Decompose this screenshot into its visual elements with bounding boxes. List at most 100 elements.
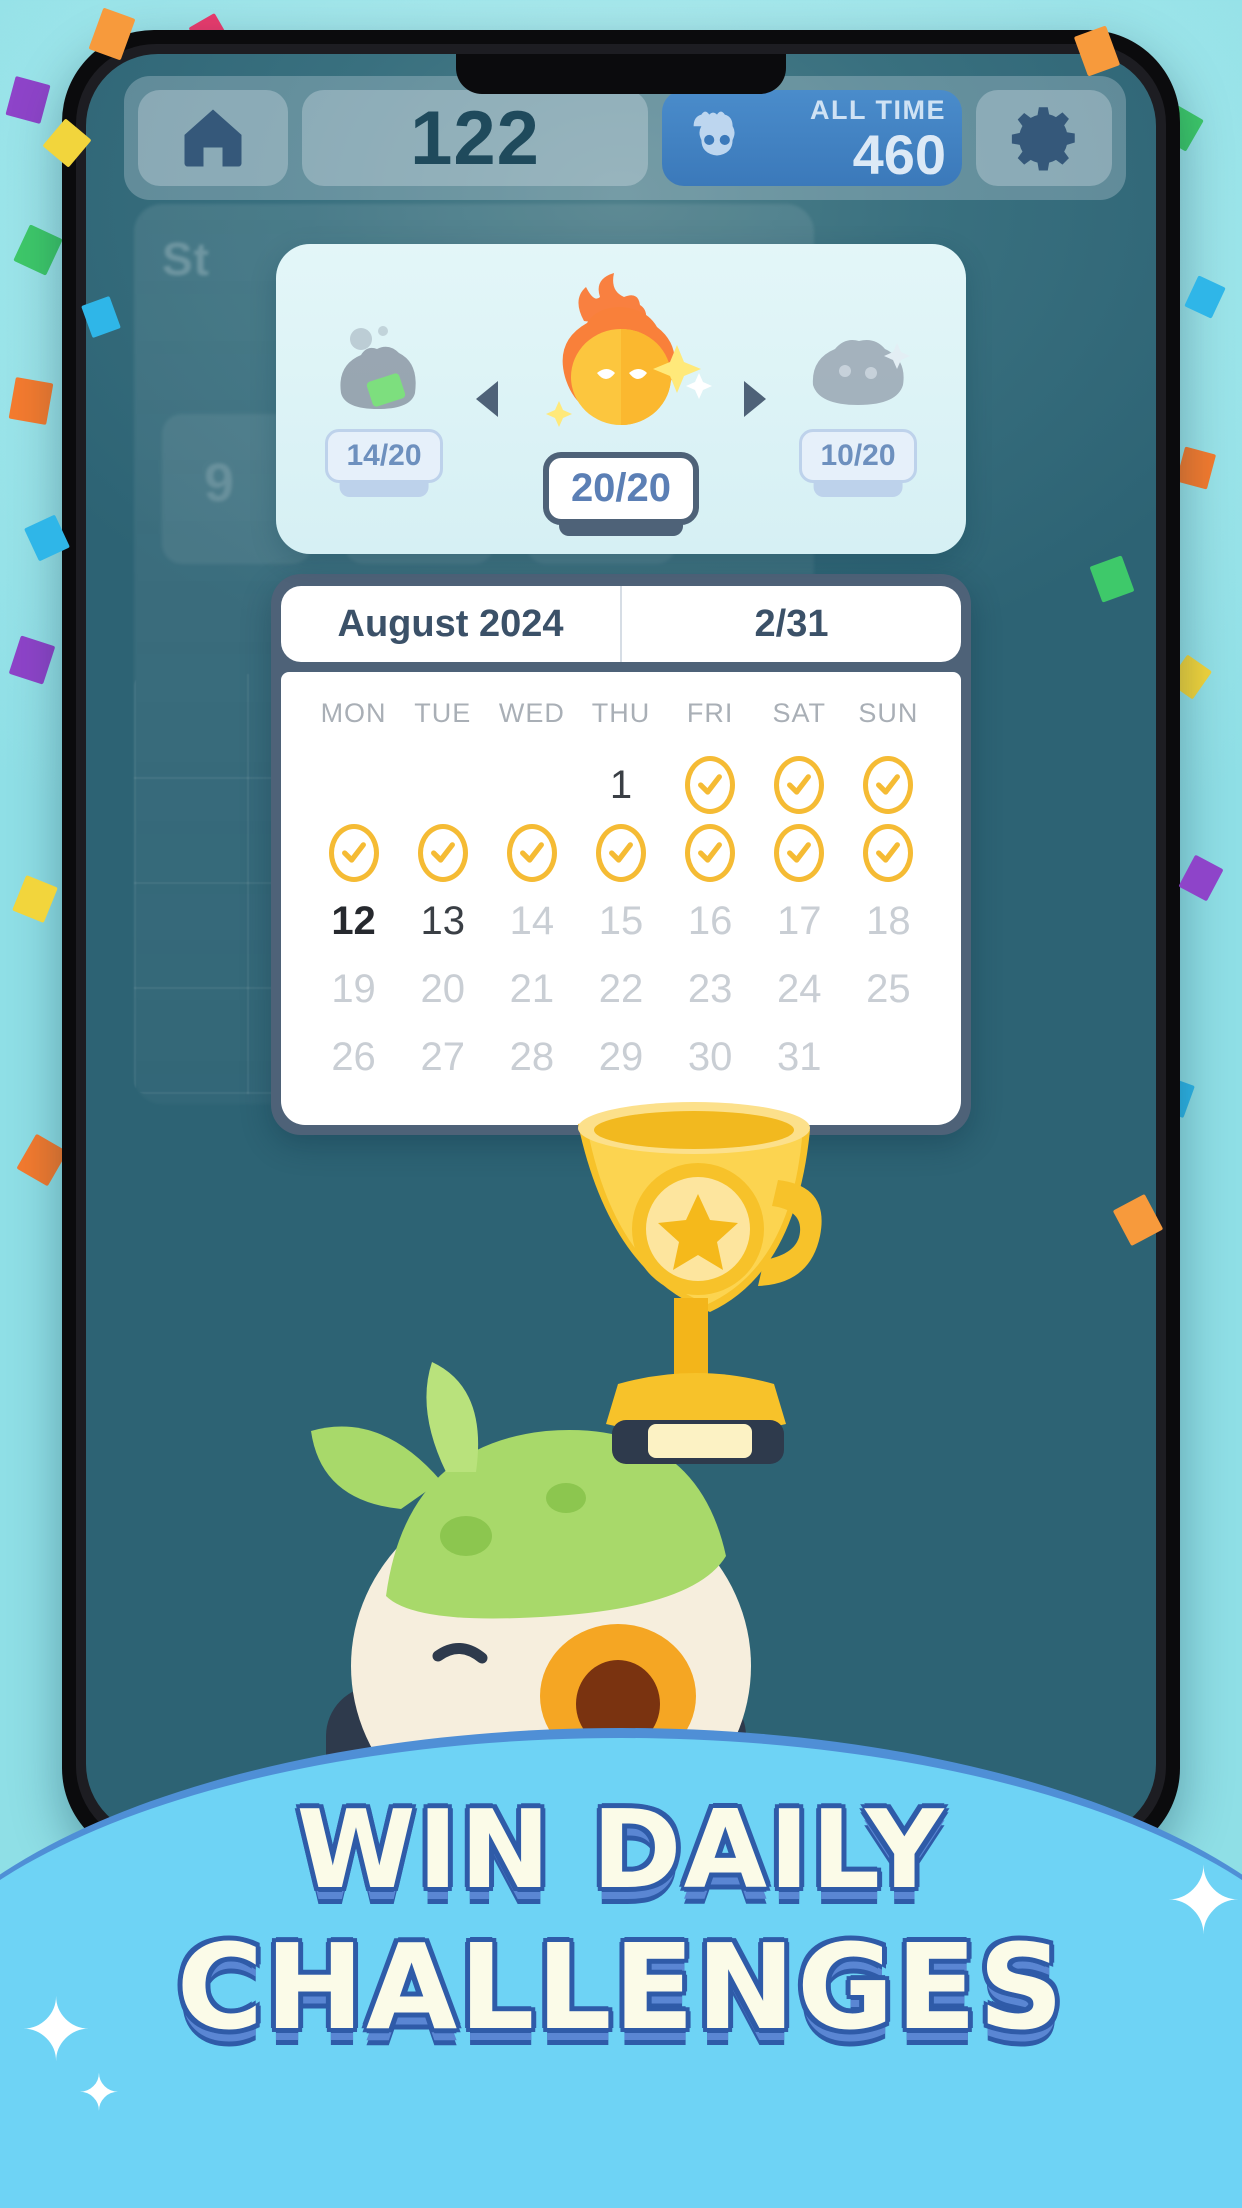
calendar-day-number: 13 [420,898,465,943]
home-button[interactable] [138,90,288,186]
calendar-month-label[interactable]: August 2024 [281,586,620,662]
trophy-progress-badge-previous: 14/20 [325,429,443,497]
calendar-day-1[interactable]: 1 [576,751,665,819]
calendar-day-number: 20 [420,966,465,1011]
confetti-piece [16,1133,68,1187]
badge-stand [559,510,683,536]
calendar-day-number: 30 [687,1034,733,1079]
calendar-day-4[interactable] [844,751,933,819]
calendar-day-5[interactable] [309,819,398,887]
calendar-day-number: 19 [331,966,376,1011]
phone-bezel: St 9 122 ALL TIME 460 14/20 20/20 10/20 … [76,44,1166,1846]
calendar-day-8[interactable] [576,819,665,887]
calendar-day-23[interactable]: 23 [666,955,755,1023]
confetti-piece [1184,275,1226,319]
calendar-day-grid: 1 12 13 14 15 16 17 18 19 20 21 22 23 24 25 26 27 28 29 30 3… [309,751,933,1091]
calendar-day-number: 29 [598,1034,644,1079]
check-icon [328,824,379,882]
calendar-day-27[interactable]: 27 [398,1023,487,1091]
badge-text: 10/20 [820,439,896,472]
calendar-cell-empty [398,751,487,819]
settings-button[interactable] [976,90,1112,186]
monster-icon [693,111,735,156]
calendar-day-number: 14 [509,898,555,943]
badge-stand [813,475,903,497]
confetti-piece [8,377,54,425]
calendar-day-12[interactable]: 12 [309,887,398,955]
all-time-score-panel[interactable]: ALL TIME 460 [662,90,962,186]
calendar-day-number: 24 [777,966,822,1011]
calendar-day-11[interactable] [844,819,933,887]
calendar-day-number: 27 [420,1034,465,1079]
calendar-day-number: 26 [331,1034,376,1079]
calendar-weekday-row: MON TUE WED THU FRI SAT SUN [309,698,933,751]
confetti-piece [1178,854,1224,902]
calendar-day-30[interactable]: 30 [666,1023,755,1091]
banner-headline-line2: CHALLENGES [176,1917,1066,2056]
calendar-day-22[interactable]: 22 [576,955,665,1023]
calendar-day-21[interactable]: 21 [487,955,576,1023]
banner-headline-line1: WIN DAILY [296,1788,946,1913]
calendar-day-number: 23 [687,966,733,1011]
trophy-slot-next[interactable]: 10/20 [768,315,948,497]
confetti-piece [5,76,51,124]
confetti-piece [12,875,58,923]
calendar-day-number: 1 [609,762,633,807]
calendar-day-number: 18 [866,898,911,943]
calendar-day-7[interactable] [487,819,576,887]
trophy-showcase-card: 14/20 20/20 10/20 [276,244,966,554]
rock-monster-icon [793,315,923,425]
calendar-day-13[interactable]: 13 [398,887,487,955]
trophy-slot-current[interactable]: 20/20 [506,273,736,536]
trophy-slot-previous[interactable]: 14/20 [294,315,474,497]
calendar-day-number: 22 [598,966,644,1011]
confetti-piece [13,224,63,276]
calendar-day-14[interactable]: 14 [487,887,576,955]
calendar-day-number: 31 [777,1034,822,1079]
calendar-day-31[interactable]: 31 [755,1023,844,1091]
confetti-piece [8,635,56,685]
check-icon [774,756,825,814]
calendar-body: MON TUE WED THU FRI SAT SUN 1 12 13 14 15 16 17 18 19 2… [281,672,961,1125]
calendar-day-number: 16 [687,898,733,943]
calendar-day-28[interactable]: 28 [487,1023,576,1091]
check-icon [417,824,468,882]
score-display: 122 [302,90,648,186]
calendar-day-15[interactable]: 15 [576,887,665,955]
app-screen: St 9 122 ALL TIME 460 14/20 20/20 10/20 … [86,54,1156,1836]
check-icon [863,756,914,814]
calendar-day-20[interactable]: 20 [398,955,487,1023]
check-icon [595,824,646,882]
check-icon [863,824,914,882]
trophy-progress-badge-next: 10/20 [799,429,917,497]
calendar-day-number: 21 [509,966,555,1011]
phone-frame: St 9 122 ALL TIME 460 14/20 20/20 10/20 … [62,30,1180,1860]
sparkle-icon: ✦ [20,1983,93,2079]
calendar-day-24[interactable]: 24 [755,955,844,1023]
badge-text: 14/20 [346,439,422,472]
calendar-day-10[interactable] [755,819,844,887]
calendar-day-6[interactable] [398,819,487,887]
calendar-weekday-fri: FRI [686,698,734,728]
calendar-day-18[interactable]: 18 [844,887,933,955]
calendar-day-2[interactable] [666,751,755,819]
calendar-weekday-tue: TUE [414,698,472,728]
calendar-day-17[interactable]: 17 [755,887,844,955]
next-trophy-arrow-icon[interactable] [744,381,766,417]
calendar-day-26[interactable]: 26 [309,1023,398,1091]
all-time-value: 460 [852,122,946,186]
fire-monster-icon [529,273,714,448]
calendar-day-29[interactable]: 29 [576,1023,665,1091]
previous-trophy-arrow-icon[interactable] [476,381,498,417]
trophy-cup-illustration [526,1084,856,1504]
check-icon [685,756,736,814]
background-tile-number: 9 [204,453,235,513]
calendar-day-25[interactable]: 25 [844,955,933,1023]
calendar-day-19[interactable]: 19 [309,955,398,1023]
calendar-cell-empty [309,751,398,819]
calendar-day-3[interactable] [755,751,844,819]
calendar-day-16[interactable]: 16 [666,887,755,955]
home-icon [184,109,242,167]
calendar-day-9[interactable] [666,819,755,887]
promo-banner: WIN DAILY CHALLENGES ✦ ✦ ✦ [0,1728,1242,2208]
